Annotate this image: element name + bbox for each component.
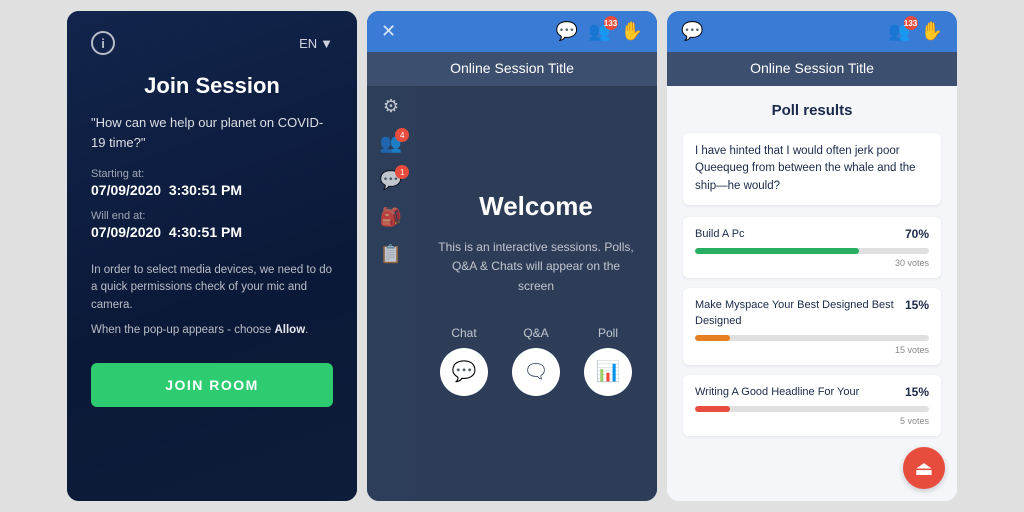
- hand-header-icon-wrap: ✋: [621, 21, 643, 42]
- poll-option-1-pct: 70%: [905, 227, 929, 241]
- join-room-button[interactable]: JOIN ROOM: [91, 363, 333, 407]
- ending-label: Will end at:: [91, 210, 333, 222]
- poll-panel: 💬 👥 133 ✋ Online Session Title Poll resu…: [667, 11, 957, 501]
- ending-time-section: Will end at: 07/09/2020 4:30:51 PM: [91, 210, 333, 240]
- poll-action: Poll 📊: [584, 326, 632, 396]
- poll-option-3: Writing A Good Headline For Your 15% 5 v…: [683, 375, 941, 436]
- session-panel: ✕ 💬 👥 133 ✋ Online Session Title ⚙: [367, 11, 657, 501]
- poll-action-label: Poll: [598, 326, 618, 340]
- welcome-description: This is an interactive sessions. Polls, …: [435, 238, 637, 296]
- session-actions: Chat 💬 Q&A 🗨 Poll 📊: [440, 326, 632, 396]
- join-quote: "How can we help our planet on COVID-19 …: [91, 113, 333, 152]
- poll-option-1-votes: 30 votes: [695, 258, 929, 268]
- poll-option-1-bar-wrap: [695, 248, 929, 254]
- starting-value: 07/09/2020 3:30:51 PM: [91, 182, 333, 198]
- poll-results-heading: Poll results: [683, 102, 941, 119]
- poll-exit-button[interactable]: ⏏: [903, 447, 945, 489]
- close-button[interactable]: ✕: [381, 21, 396, 42]
- poll-option-2-votes: 15 votes: [695, 345, 929, 355]
- poll-session-title: Online Session Title: [750, 60, 874, 76]
- hand-header-icon[interactable]: ✋: [621, 21, 643, 41]
- header-icons: 💬 👥 133 ✋: [556, 21, 643, 42]
- poll-option-2-pct: 15%: [905, 298, 929, 312]
- poll-content: Poll results I have hinted that I would …: [667, 86, 957, 501]
- poll-chat-icon[interactable]: 💬: [681, 21, 703, 41]
- chat-action-button[interactable]: 💬: [440, 348, 488, 396]
- users-badge: 133: [604, 16, 618, 30]
- info-icon[interactable]: i: [91, 31, 115, 55]
- join-title: Join Session: [144, 73, 280, 99]
- allow-highlight: Allow: [274, 324, 305, 336]
- poll-option-3-pct: 15%: [905, 385, 929, 399]
- poll-option-2-bar: [695, 335, 730, 341]
- poll-option-2-label: Make Myspace Your Best Designed Best Des…: [695, 298, 905, 329]
- bag-sidebar-icon[interactable]: 🎒: [380, 207, 402, 228]
- poll-header: 💬 👥 133 ✋: [667, 11, 957, 52]
- poll-header-icons: 👥 133 ✋: [888, 21, 943, 42]
- poll-option-1: Build A Pc 70% 30 votes: [683, 217, 941, 278]
- session-title: Online Session Title: [450, 60, 574, 76]
- doc-sidebar-icon[interactable]: 📋: [380, 244, 402, 265]
- poll-option-3-bar: [695, 406, 730, 412]
- chat-action-label: Chat: [451, 326, 476, 340]
- qa-action: Q&A 🗨: [512, 326, 560, 396]
- poll-option-1-bar: [695, 248, 859, 254]
- session-sidebar: ⚙ 👥 4 💬 1 🎒 📋: [367, 86, 415, 501]
- session-title-bar: Online Session Title: [367, 52, 657, 86]
- poll-option-3-label: Writing A Good Headline For Your: [695, 385, 905, 400]
- poll-title-bar: Online Session Title: [667, 52, 957, 86]
- poll-option-3-bar-wrap: [695, 406, 929, 412]
- welcome-title: Welcome: [479, 191, 593, 222]
- poll-footer: ⏏: [903, 447, 945, 489]
- join-session-panel: i EN ▼ Join Session "How can we help our…: [67, 11, 357, 501]
- session-header: ✕ 💬 👥 133 ✋: [367, 11, 657, 52]
- poll-action-button[interactable]: 📊: [584, 348, 632, 396]
- session-main: Welcome This is an interactive sessions.…: [415, 86, 657, 501]
- starting-label: Starting at:: [91, 168, 333, 180]
- chat-sidebar-badge: 1: [395, 165, 409, 179]
- session-body: ⚙ 👥 4 💬 1 🎒 📋 Welcome This is an interac…: [367, 86, 657, 501]
- chat-action: Chat 💬: [440, 326, 488, 396]
- settings-sidebar-icon[interactable]: ⚙: [383, 96, 399, 117]
- users-header-icon-wrap: 👥 133: [588, 21, 610, 42]
- join-top-bar: i EN ▼: [91, 31, 333, 55]
- chat-sidebar-wrap: 💬 1: [380, 170, 402, 191]
- ending-value: 07/09/2020 4:30:51 PM: [91, 224, 333, 240]
- poll-option-2-bar-wrap: [695, 335, 929, 341]
- starting-time-section: Starting at: 07/09/2020 3:30:51 PM: [91, 168, 333, 198]
- join-description: In order to select media devices, we nee…: [91, 262, 333, 314]
- people-sidebar-wrap: 👥 4: [380, 133, 402, 154]
- poll-option-2: Make Myspace Your Best Designed Best Des…: [683, 288, 941, 365]
- poll-users-icon-wrap: 👥 133: [888, 21, 910, 42]
- qa-action-button[interactable]: 🗨: [512, 348, 560, 396]
- language-selector[interactable]: EN ▼: [299, 36, 333, 51]
- poll-users-badge: 133: [904, 16, 918, 30]
- poll-question: I have hinted that I would often jerk po…: [683, 133, 941, 205]
- poll-option-1-label: Build A Pc: [695, 227, 905, 242]
- poll-option-3-votes: 5 votes: [695, 416, 929, 426]
- chat-header-icon-wrap: 💬: [556, 21, 578, 42]
- join-allow-text: When the pop-up appears - choose Allow.: [91, 322, 333, 339]
- people-sidebar-badge: 4: [395, 128, 409, 142]
- poll-chat-icon-wrap: 💬: [681, 21, 703, 42]
- poll-hand-icon[interactable]: ✋: [921, 21, 943, 42]
- qa-action-label: Q&A: [523, 326, 548, 340]
- chat-header-icon[interactable]: 💬: [556, 21, 578, 41]
